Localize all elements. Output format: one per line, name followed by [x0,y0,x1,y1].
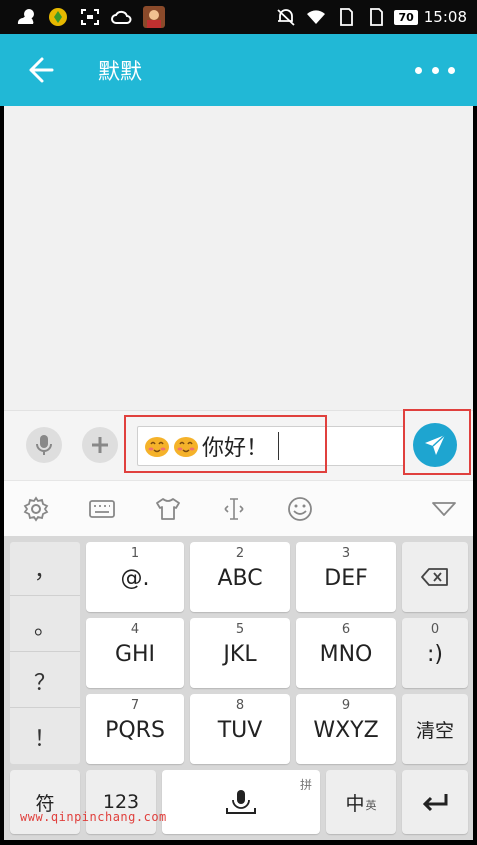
key-number: 8 [235,698,245,713]
message-input[interactable]: 你好！ [137,426,405,466]
sim2-icon [364,5,388,29]
symbols-key-label: 符 [35,792,55,815]
key-label: PQRS [105,718,165,743]
input-bar: 你好！ [4,410,473,480]
message-text: 你好！ [202,436,269,461]
key-label: ABC [217,566,263,591]
key-label: TUV [217,718,263,743]
wifi-icon [304,5,328,29]
key-number: 1 [130,546,140,561]
key-4[interactable]: 4 GHI [86,618,184,688]
key-number: 9 [341,698,351,713]
key-3[interactable]: 3 DEF [296,542,396,612]
symbols-key[interactable]: 符 [10,770,80,834]
send-button[interactable] [413,423,457,467]
key-7[interactable]: 7 PQRS [86,694,184,764]
backspace-key[interactable] [402,542,468,612]
key-number: 4 [130,622,140,637]
more-dot-icon [415,66,422,74]
lang-main-label: 中 [345,792,365,815]
back-button[interactable] [22,54,58,86]
cloud-icon [110,5,134,29]
mute-icon [274,5,298,29]
avatar-app-icon [142,5,166,29]
text-cursor [278,432,280,460]
back-arrow-icon [29,57,54,83]
key-label: @. [120,566,150,591]
collapse-icon[interactable] [430,495,458,523]
key-6[interactable]: 6 MNO [296,618,396,688]
clear-key-label: 清空 [415,719,454,742]
symbol-key[interactable]: 。 [10,598,80,652]
chat-title: 默默 [98,60,143,85]
voice-input-button[interactable] [26,427,62,463]
clear-key[interactable]: 清空 [402,694,468,764]
key-number: 3 [341,546,351,561]
smiling-emoji-icon [174,437,198,457]
key-label: WXYZ [313,718,379,743]
game-app-icon [46,5,70,29]
lang-sub-label: 英 [365,799,377,812]
add-attachment-button[interactable] [82,427,118,463]
key-number: 0 [430,622,440,637]
numbers-key-label: 123 [102,791,140,813]
battery-indicator: 70 [394,9,418,25]
symbol-key[interactable]: ！ [10,710,80,764]
watermark: www.qinpinchang.com [20,810,167,824]
more-dot-icon [448,66,455,74]
key-number: 6 [341,622,351,637]
chat-message-area[interactable] [4,106,473,410]
key-0[interactable]: 0 :) [402,618,468,688]
microphone-icon [36,435,52,455]
app-bar: 默默 [0,34,477,106]
symbol-column: ， 。 ？ ！ [10,542,80,764]
screenshot-icon [78,5,102,29]
enter-key[interactable] [402,770,468,834]
enter-icon [422,794,448,812]
key-label: DEF [324,566,368,591]
plus-icon [92,437,108,453]
t9-keyboard: ， 。 ？ ！ 1 @. 2 ABC 3 DEF 4 GHI 5 JKL 6 M… [4,536,473,840]
weather-icon [14,5,38,29]
key-number: 7 [130,698,140,713]
key-label: MNO [319,642,373,667]
more-dot-icon [431,66,439,74]
key-number: 5 [235,622,245,637]
more-options-button[interactable] [415,58,455,82]
key-label: JKL [223,642,257,667]
space-key[interactable]: 拼 [162,770,320,834]
gear-icon[interactable] [22,495,50,523]
key-label: :) [427,642,443,667]
symbol-key[interactable]: ， [10,542,80,596]
microphone-space-icon [226,790,256,814]
skin-icon[interactable] [154,495,182,523]
numbers-key[interactable]: 123 [86,770,156,834]
symbol-key[interactable]: ？ [10,654,80,708]
clock: 15:08 [423,8,467,26]
status-bar: 70 15:08 [0,0,477,34]
keyboard-toolbar [4,480,473,536]
key-number: 2 [235,546,245,561]
key-2[interactable]: 2 ABC [190,542,290,612]
key-1[interactable]: 1 @. [86,542,184,612]
language-switch-key[interactable]: 中英 [326,770,396,834]
paper-plane-icon [425,434,446,455]
smiling-emoji-icon [145,437,169,457]
backspace-icon [421,568,448,586]
sim1-icon [334,5,358,29]
key-9[interactable]: 9 WXYZ [296,694,396,764]
keyboard-icon[interactable] [88,495,116,523]
key-5[interactable]: 5 JKL [190,618,290,688]
key-8[interactable]: 8 TUV [190,694,290,764]
emoji-icon[interactable] [286,495,314,523]
key-label: GHI [114,642,156,667]
cursor-icon[interactable] [220,495,248,523]
